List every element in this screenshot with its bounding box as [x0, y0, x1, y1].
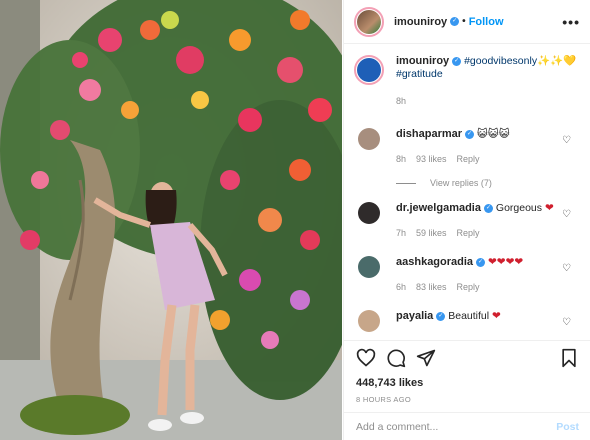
- comment-time: 8h: [396, 154, 407, 164]
- post-header: imouniroy ✓ • Follow •••: [344, 0, 590, 44]
- post-image: [0, 0, 342, 440]
- heart-icon[interactable]: ♡: [562, 317, 571, 328]
- author-username[interactable]: imouniroy: [394, 16, 447, 28]
- heart-icon[interactable]: ♡: [562, 135, 571, 146]
- comment-text: ❤❤❤❤: [487, 256, 524, 268]
- post-side-panel: imouniroy ✓ • Follow ••• imouniroy ✓ #goo…: [343, 0, 590, 440]
- post-timestamp: 8 HOURS AGO: [356, 395, 411, 404]
- comment-item: dr.jewelgamadia ✓ Gorgeous ❤ 7h 59 likes Re…: [354, 202, 581, 240]
- comments-list[interactable]: imouniroy ✓ #goodvibesonly✨✨💛 #gratitude …: [344, 55, 590, 335]
- comment-time: 7h: [396, 228, 407, 238]
- heart-emoji: ❤: [492, 310, 501, 322]
- heart-icon[interactable]: ♡: [562, 209, 571, 220]
- commenter-avatar[interactable]: [358, 128, 380, 150]
- comment-username[interactable]: dr.jewelgamadia: [396, 202, 481, 214]
- author-avatar[interactable]: [354, 6, 384, 37]
- view-replies[interactable]: View replies (7): [396, 178, 581, 188]
- post-button[interactable]: Post: [556, 421, 579, 433]
- replies-divider: [396, 182, 416, 184]
- verified-icon: ✓: [452, 56, 462, 66]
- commenter-avatar[interactable]: [358, 202, 380, 224]
- more-icon[interactable]: •••: [562, 14, 580, 30]
- caption-avatar[interactable]: [354, 55, 384, 85]
- comment-username[interactable]: aashkagoradia: [396, 256, 473, 268]
- comment-item: payalia ✓ Beautiful ❤ ♡: [354, 310, 581, 332]
- verified-icon: ✓: [476, 257, 486, 267]
- comment-text: Gorgeous: [495, 202, 543, 214]
- caption: imouniroy ✓ #goodvibesonly✨✨💛 #gratitude …: [354, 55, 581, 108]
- bookmark-icon[interactable]: [559, 348, 579, 371]
- comment-username[interactable]: dishaparmar: [396, 128, 462, 140]
- caption-hashtag[interactable]: #goodvibesonly✨✨💛: [464, 55, 576, 67]
- reply-button[interactable]: Reply: [457, 228, 480, 238]
- comment-username[interactable]: payalia: [396, 310, 433, 322]
- comment-input[interactable]: [356, 420, 557, 433]
- comment-text: Beautiful: [448, 310, 490, 322]
- commenter-avatar[interactable]: [358, 256, 380, 278]
- post-photo[interactable]: [0, 0, 342, 440]
- comment-text: 😺😺😺: [476, 128, 510, 140]
- verified-icon: ✓: [450, 17, 460, 26]
- share-icon[interactable]: [416, 348, 436, 371]
- post-actions: 448,743 likes 8 HOURS AGO: [344, 340, 590, 404]
- heart-icon[interactable]: ♡: [562, 263, 571, 274]
- comment-item: dishaparmar ✓ 😺😺😺 8h 93 likes Reply ♡: [354, 128, 581, 166]
- comment-icon[interactable]: [386, 348, 406, 371]
- verified-icon: ✓: [436, 311, 446, 321]
- verified-icon: ✓: [483, 203, 493, 213]
- separator-dot: •: [462, 16, 466, 27]
- comment-likes[interactable]: 59 likes: [416, 228, 447, 238]
- comment-time: 6h: [396, 282, 407, 292]
- heart-icon[interactable]: [356, 348, 376, 371]
- heart-emoji: ❤: [544, 202, 554, 214]
- add-comment-bar: Post: [344, 412, 590, 440]
- likes-count[interactable]: 448,743 likes: [356, 377, 579, 389]
- comment-likes[interactable]: 93 likes: [416, 154, 447, 164]
- commenter-avatar[interactable]: [358, 310, 380, 332]
- caption-username[interactable]: imouniroy: [396, 55, 449, 67]
- view-replies-label[interactable]: View replies (7): [430, 178, 492, 188]
- caption-time: 8h: [396, 96, 407, 106]
- comment-likes[interactable]: 83 likes: [416, 282, 447, 292]
- verified-icon: ✓: [465, 129, 475, 139]
- reply-button[interactable]: Reply: [457, 154, 480, 164]
- caption-hashtag-gratitude[interactable]: #gratitude: [396, 68, 443, 80]
- reply-button[interactable]: Reply: [457, 282, 480, 292]
- follow-button[interactable]: Follow: [469, 16, 504, 28]
- comment-item: aashkagoradia ✓ ❤❤❤❤ 6h 83 likes Reply ♡: [354, 256, 581, 294]
